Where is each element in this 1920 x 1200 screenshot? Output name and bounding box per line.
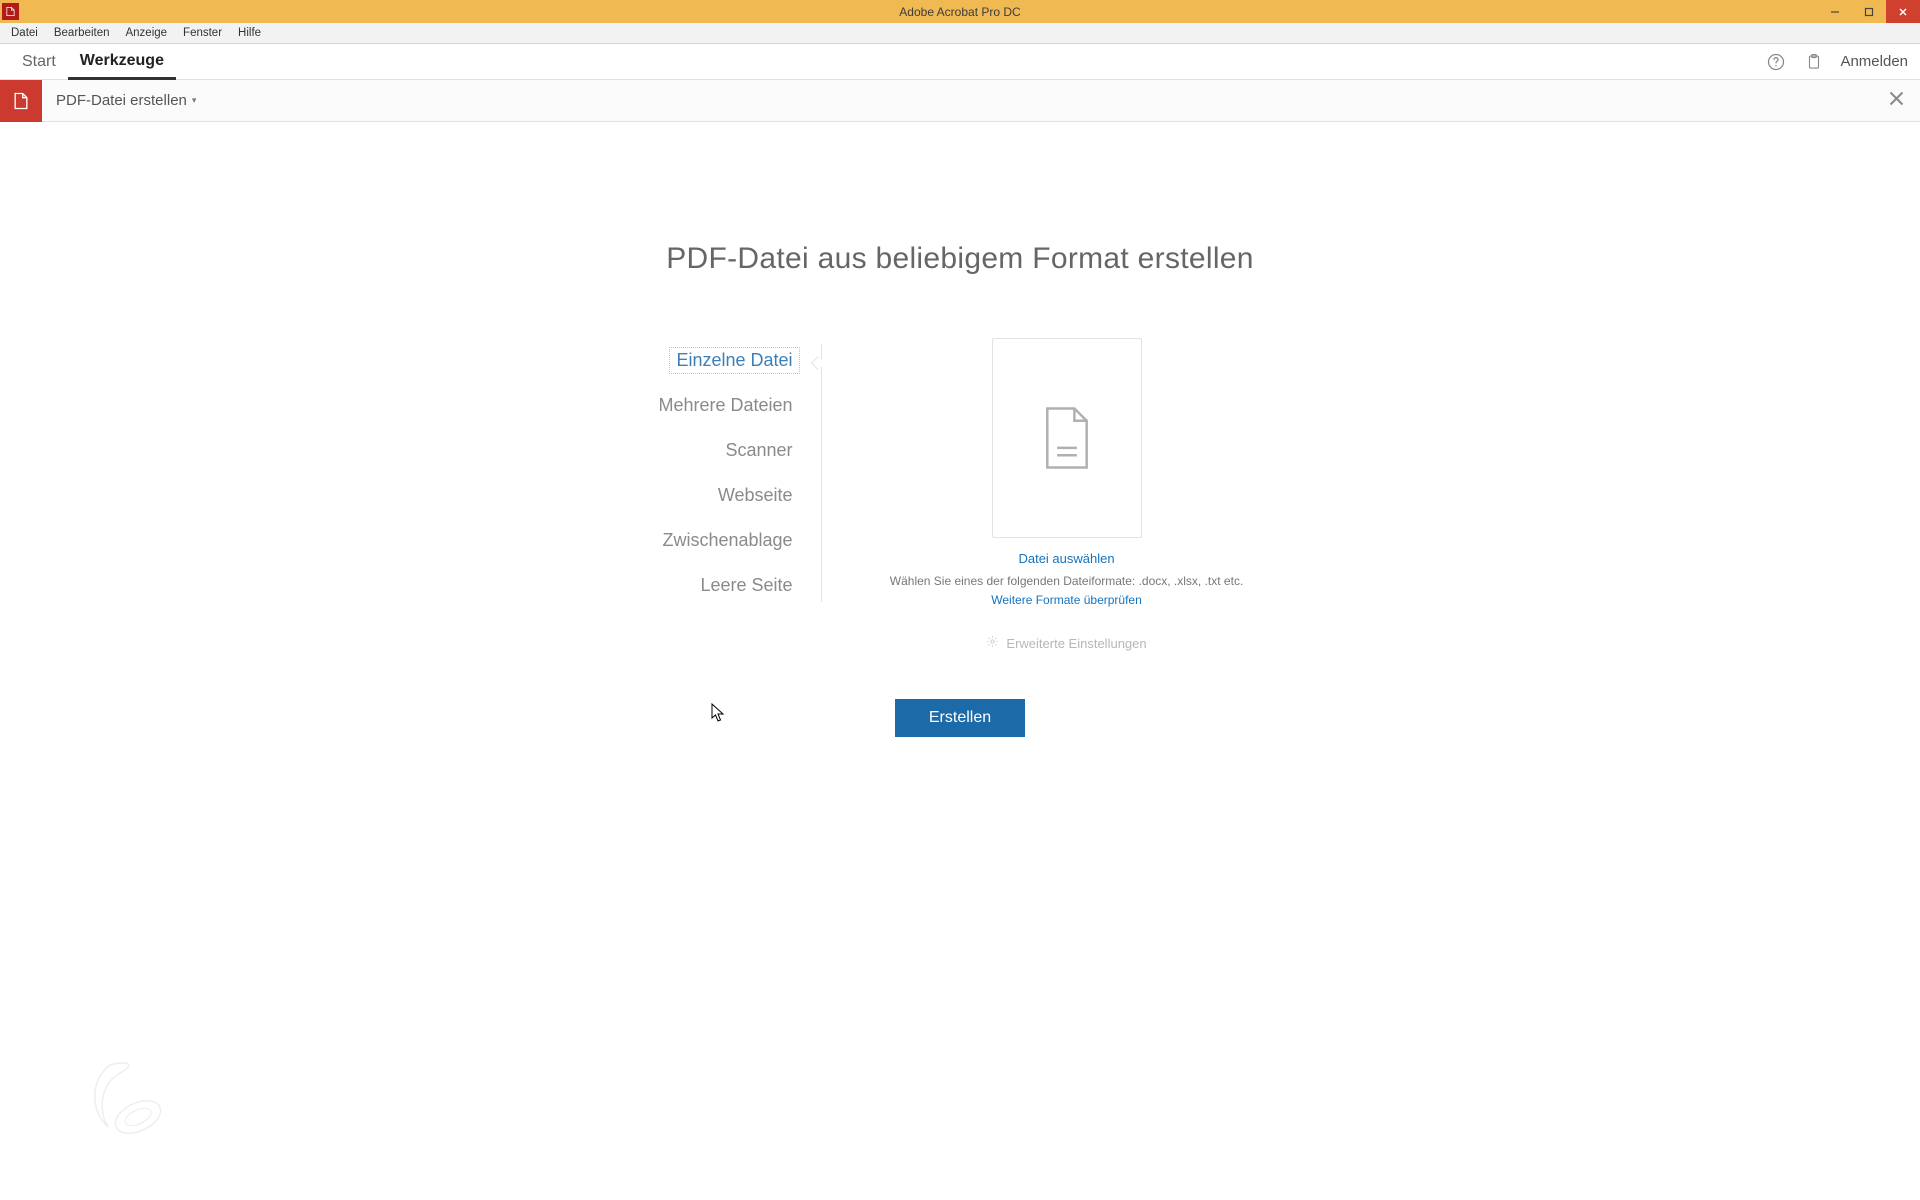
option-webseite[interactable]: Webseite <box>718 485 793 506</box>
page-heading: PDF-Datei aus beliebigem Format erstelle… <box>0 242 1920 276</box>
tab-start[interactable]: Start <box>10 46 68 78</box>
window-title: Adobe Acrobat Pro DC <box>899 5 1020 19</box>
select-file-link[interactable]: Datei auswählen <box>1018 551 1114 566</box>
file-target-area: Datei auswählen Wählen Sie eines der fol… <box>822 338 1262 651</box>
format-hint: Wählen Sie eines der folgenden Dateiform… <box>890 574 1244 588</box>
file-dropzone[interactable] <box>992 338 1142 538</box>
option-scanner[interactable]: Scanner <box>725 440 792 461</box>
menubar: Datei Bearbeiten Anzeige Fenster Hilfe <box>0 23 1920 44</box>
maximize-button[interactable] <box>1852 0 1886 23</box>
option-mehrere-dateien[interactable]: Mehrere Dateien <box>658 395 792 416</box>
menu-datei[interactable]: Datei <box>3 24 46 42</box>
option-leere-seite[interactable]: Leere Seite <box>700 575 792 596</box>
menu-hilfe[interactable]: Hilfe <box>230 24 269 42</box>
tool-subbar: PDF-Datei erstellen ▾ <box>0 80 1920 122</box>
tab-werkzeuge[interactable]: Werkzeuge <box>68 45 176 80</box>
option-einzelne-datei[interactable]: Einzelne Datei <box>669 347 799 374</box>
signin-link[interactable]: Anmelden <box>1840 53 1908 70</box>
option-zwischenablage[interactable]: Zwischenablage <box>662 530 792 551</box>
window-titlebar: Adobe Acrobat Pro DC <box>0 0 1920 23</box>
chevron-down-icon: ▾ <box>192 95 197 106</box>
minimize-button[interactable] <box>1818 0 1852 23</box>
gear-icon <box>986 635 999 651</box>
source-options: Einzelne Datei Mehrere Dateien Scanner W… <box>658 344 821 602</box>
cursor-icon <box>711 703 725 723</box>
tabstrip: Start Werkzeuge Anmelden <box>0 44 1920 80</box>
close-button[interactable] <box>1886 0 1920 23</box>
menu-fenster[interactable]: Fenster <box>175 24 230 42</box>
window-controls <box>1818 0 1920 23</box>
create-button[interactable]: Erstellen <box>895 699 1025 737</box>
advanced-settings: Erweiterte Einstellungen <box>986 635 1146 651</box>
advanced-settings-label: Erweiterte Einstellungen <box>1006 636 1146 651</box>
app-icon <box>2 3 19 20</box>
document-icon <box>1042 406 1092 470</box>
help-icon[interactable] <box>1764 50 1788 74</box>
tool-close-button[interactable] <box>1889 91 1904 111</box>
menu-bearbeiten[interactable]: Bearbeiten <box>46 24 118 42</box>
tool-dropdown[interactable]: PDF-Datei erstellen ▾ <box>56 92 196 109</box>
watermark-icon <box>80 1055 180 1145</box>
tool-dropdown-label: PDF-Datei erstellen <box>56 92 187 109</box>
tool-badge-icon <box>0 80 42 122</box>
more-formats-link[interactable]: Weitere Formate überprüfen <box>991 593 1142 607</box>
notifications-icon[interactable] <box>1802 50 1826 74</box>
menu-anzeige[interactable]: Anzeige <box>117 24 175 42</box>
main-panel: PDF-Datei aus beliebigem Format erstelle… <box>0 242 1920 1200</box>
